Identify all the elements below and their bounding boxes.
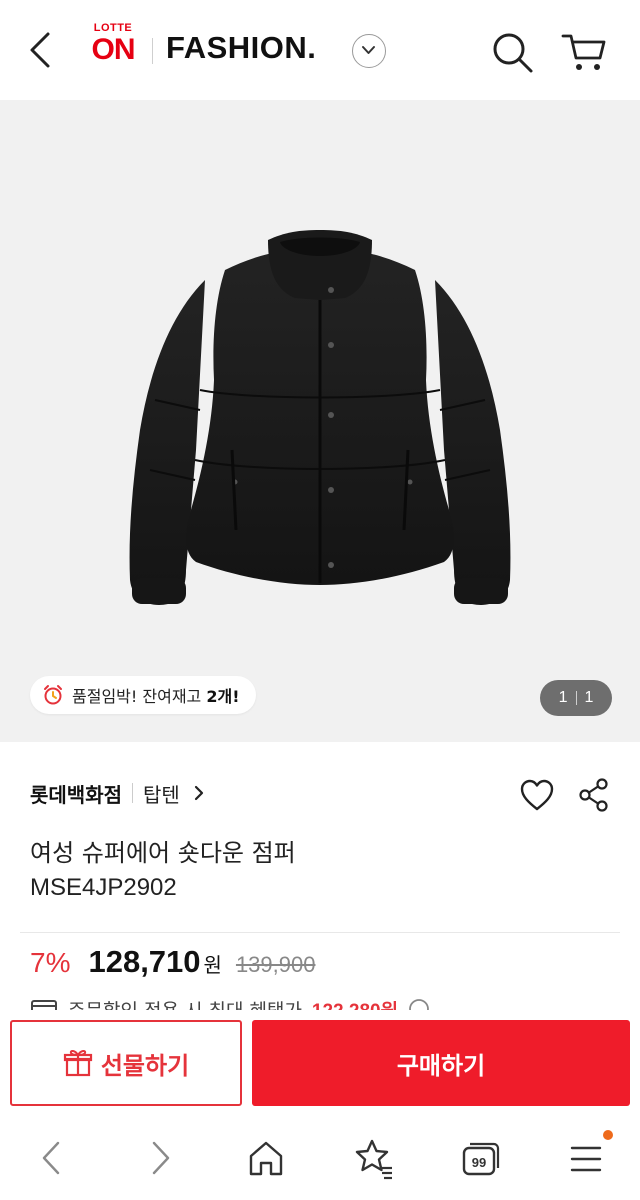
mall-switch-button[interactable] xyxy=(352,34,386,68)
seller-brand-row[interactable]: 롯데백화점 탑텐 xyxy=(30,776,206,810)
buy-button-label: 구매하기 xyxy=(396,1051,486,1080)
nav-tabs-button[interactable]: 99 xyxy=(456,1136,504,1180)
share-button[interactable] xyxy=(576,776,612,814)
section-divider xyxy=(20,932,620,933)
header-divider xyxy=(152,38,153,64)
buy-button[interactable]: 구매하기 xyxy=(252,1020,630,1106)
pager-separator xyxy=(575,691,577,705)
pager-total: 1 xyxy=(584,689,594,706)
gift-button[interactable]: 선물하기 xyxy=(10,1020,242,1106)
chevron-right-icon xyxy=(194,785,203,801)
image-pager: 1 1 xyxy=(540,680,612,716)
currency-unit: 원 xyxy=(203,953,222,977)
low-stock-badge: 품절임박! 잔여재고 2개! xyxy=(30,676,256,714)
share-icon xyxy=(579,778,608,812)
product-name: 여성 슈퍼에어 숏다운 점퍼 xyxy=(30,839,296,867)
gift-icon xyxy=(63,1049,92,1077)
tab-count-icon: 99 xyxy=(462,1142,500,1176)
nav-menu-button[interactable] xyxy=(562,1136,610,1180)
tab-count-text: 99 xyxy=(472,1155,486,1170)
lotte-on-logo[interactable]: LOTTE ON xyxy=(84,22,142,72)
product-image xyxy=(129,230,511,605)
back-arrow-icon xyxy=(30,32,50,68)
star-icon xyxy=(355,1139,392,1180)
notification-dot xyxy=(603,1130,613,1140)
menu-icon xyxy=(570,1146,602,1172)
discount-rate: 7% xyxy=(30,947,71,978)
nav-forward-button[interactable] xyxy=(136,1136,184,1180)
chevron-down-icon xyxy=(362,46,375,54)
nav-back-button[interactable] xyxy=(28,1136,76,1180)
seller-divider xyxy=(132,783,133,803)
sale-price: 128,710 xyxy=(88,944,201,979)
price-row: 7% 128,710 원 139,900 xyxy=(30,944,315,984)
nav-back-icon xyxy=(42,1141,60,1175)
gift-button-label: 선물하기 xyxy=(100,1051,190,1080)
purchase-action-bar: 선물하기 구매하기 xyxy=(0,1010,640,1116)
search-button[interactable] xyxy=(490,30,534,74)
nav-bookmark-button[interactable] xyxy=(350,1136,398,1180)
wishlist-button[interactable] xyxy=(518,776,556,814)
pager-current: 1 xyxy=(558,689,568,706)
mall-title[interactable]: FASHION. xyxy=(166,30,316,66)
home-icon xyxy=(249,1141,283,1176)
product-detail-page: LOTTE ON FASHION. 품절임박! 잔여재고 2개! 1 1 롯데백… xyxy=(0,0,640,1200)
logo-on-text: ON xyxy=(91,33,136,66)
search-icon xyxy=(493,33,533,73)
alarm-clock-icon xyxy=(44,685,62,705)
top-header: LOTTE ON FASHION. xyxy=(0,0,640,100)
heart-icon xyxy=(520,779,554,811)
seller-name: 롯데백화점 xyxy=(30,782,122,807)
back-button[interactable] xyxy=(22,28,62,72)
original-price: 139,900 xyxy=(235,952,316,977)
brand-name: 탑텐 xyxy=(143,782,180,807)
cart-icon xyxy=(561,34,606,70)
browser-bottom-nav: 99 xyxy=(0,1116,640,1200)
low-stock-count: 2개! xyxy=(206,687,240,706)
cart-button[interactable] xyxy=(560,30,608,74)
nav-home-button[interactable] xyxy=(242,1136,290,1180)
product-code: MSE4JP2902 xyxy=(30,874,177,901)
low-stock-text: 품절임박! 잔여재고 xyxy=(72,687,207,706)
product-image-area[interactable]: 품절임박! 잔여재고 2개! 1 1 xyxy=(0,100,640,742)
nav-forward-icon xyxy=(152,1141,170,1175)
